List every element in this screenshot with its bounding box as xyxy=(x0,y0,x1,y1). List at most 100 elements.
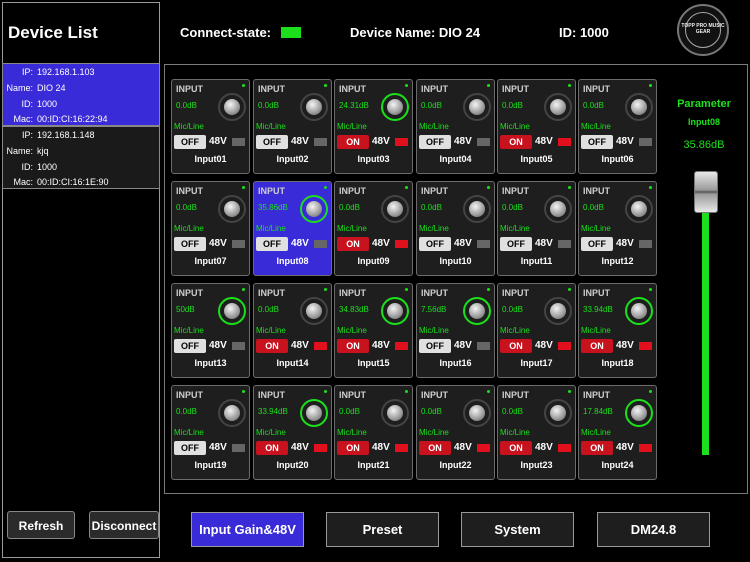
device-list-title: Device List xyxy=(8,23,98,42)
channel-strip[interactable]: INPUT 0.0dB Mic/Line ON 48V Input17 xyxy=(497,283,576,378)
device-card-2[interactable]: IP: 192.168.1.148 Name: kjq ID: 1000 Mac: 00… xyxy=(2,126,160,189)
channel-strip[interactable]: INPUT 0.0dB Mic/Line OFF 48V Input01 xyxy=(171,79,250,174)
signal-led xyxy=(324,84,327,87)
signal-led xyxy=(242,186,245,189)
channel-strip[interactable]: INPUT 35.86dB Mic/Line OFF 48V Input08 xyxy=(253,181,332,276)
phantom-48v-label: 48V xyxy=(372,340,390,351)
phantom-toggle-button[interactable]: ON xyxy=(500,135,532,149)
mic-line-label: Mic/Line xyxy=(500,224,530,233)
tab-system[interactable]: System xyxy=(461,512,574,547)
signal-led xyxy=(568,186,571,189)
phantom-48v-label: 48V xyxy=(291,238,309,249)
gain-fader-track[interactable] xyxy=(702,174,709,455)
knob-cap xyxy=(387,201,403,217)
channel-title: INPUT xyxy=(258,390,285,400)
channel-title: INPUT xyxy=(421,186,448,196)
channel-strip[interactable]: INPUT 33.94dB Mic/Line ON 48V Input18 xyxy=(578,283,657,378)
phantom-toggle-button[interactable]: OFF xyxy=(500,237,532,251)
gain-knob[interactable] xyxy=(625,93,653,121)
name-label: Name: xyxy=(6,146,33,156)
channel-strip[interactable]: INPUT 0.0dB Mic/Line OFF 48V Input11 xyxy=(497,181,576,276)
channel-title: INPUT xyxy=(502,288,529,298)
channel-strip[interactable]: INPUT 0.0dB Mic/Line OFF 48V Input04 xyxy=(416,79,495,174)
tab-input-gain[interactable]: Input Gain&48V xyxy=(191,512,304,547)
phantom-toggle-button[interactable]: OFF xyxy=(174,441,206,455)
phantom-toggle-button[interactable]: OFF xyxy=(419,135,451,149)
gain-knob[interactable] xyxy=(544,297,572,325)
channel-strip[interactable]: INPUT 0.0dB Mic/Line OFF 48V Input10 xyxy=(416,181,495,276)
phantom-toggle-button[interactable]: OFF xyxy=(174,135,206,149)
gain-knob[interactable] xyxy=(381,93,409,121)
gain-knob[interactable] xyxy=(300,399,328,427)
phantom-toggle-button[interactable]: ON xyxy=(337,441,369,455)
gain-knob[interactable] xyxy=(463,195,491,223)
gain-knob[interactable] xyxy=(218,93,246,121)
phantom-toggle-button[interactable]: ON xyxy=(581,441,613,455)
gain-knob[interactable] xyxy=(381,399,409,427)
phantom-toggle-button[interactable]: OFF xyxy=(174,339,206,353)
tab-dm24[interactable]: DM24.8 xyxy=(597,512,710,547)
phantom-48v-label: 48V xyxy=(291,136,309,147)
tab-preset[interactable]: Preset xyxy=(326,512,439,547)
phantom-toggle-button[interactable]: OFF xyxy=(174,237,206,251)
phantom-toggle-button[interactable]: ON xyxy=(500,441,532,455)
gain-fader-handle[interactable] xyxy=(694,171,718,213)
phantom-toggle-button[interactable]: OFF xyxy=(581,135,613,149)
channel-strip[interactable]: INPUT 33.94dB Mic/Line ON 48V Input20 xyxy=(253,385,332,480)
channel-strip[interactable]: INPUT 0.0dB Mic/Line OFF 48V Input07 xyxy=(171,181,250,276)
phantom-toggle-button[interactable]: ON xyxy=(500,339,532,353)
disconnect-button[interactable]: Disconnect xyxy=(89,511,159,539)
gain-knob[interactable] xyxy=(544,93,572,121)
gain-knob[interactable] xyxy=(381,297,409,325)
gain-knob[interactable] xyxy=(463,93,491,121)
device-card-1[interactable]: IP: 192.168.1.103 Name: DIO 24 ID: 1000 Mac… xyxy=(2,63,160,126)
channel-title: INPUT xyxy=(421,288,448,298)
gain-knob[interactable] xyxy=(625,195,653,223)
gain-knob[interactable] xyxy=(300,93,328,121)
channel-strip[interactable]: INPUT 0.0dB Mic/Line OFF 48V Input19 xyxy=(171,385,250,480)
phantom-toggle-button[interactable]: ON xyxy=(337,339,369,353)
gain-knob[interactable] xyxy=(300,297,328,325)
gain-knob[interactable] xyxy=(544,399,572,427)
channel-strip[interactable]: INPUT 0.0dB Mic/Line ON 48V Input22 xyxy=(416,385,495,480)
channel-strip[interactable]: INPUT 0.0dB Mic/Line ON 48V Input23 xyxy=(497,385,576,480)
channel-strip[interactable]: INPUT 0.0dB Mic/Line ON 48V Input09 xyxy=(334,181,413,276)
channel-strip[interactable]: INPUT 0.0dB Mic/Line ON 48V Input21 xyxy=(334,385,413,480)
channel-strip[interactable]: INPUT 24.31dB Mic/Line ON 48V Input03 xyxy=(334,79,413,174)
gain-value: 0.0dB xyxy=(258,305,279,314)
phantom-toggle-button[interactable]: OFF xyxy=(419,339,451,353)
gain-knob[interactable] xyxy=(463,399,491,427)
phantom-toggle-button[interactable]: OFF xyxy=(256,237,288,251)
phantom-toggle-button[interactable]: ON xyxy=(256,339,288,353)
gain-knob[interactable] xyxy=(300,195,328,223)
channel-strip[interactable]: INPUT 50dB Mic/Line OFF 48V Input13 xyxy=(171,283,250,378)
channel-strip[interactable]: INPUT 0.0dB Mic/Line OFF 48V Input06 xyxy=(578,79,657,174)
phantom-toggle-button[interactable]: ON xyxy=(337,237,369,251)
phantom-toggle-button[interactable]: ON xyxy=(581,339,613,353)
channel-strip[interactable]: INPUT 0.0dB Mic/Line ON 48V Input14 xyxy=(253,283,332,378)
refresh-button[interactable]: Refresh xyxy=(7,511,75,539)
phantom-toggle-button[interactable]: OFF xyxy=(581,237,613,251)
phantom-toggle-button[interactable]: OFF xyxy=(256,135,288,149)
channel-strip[interactable]: INPUT 0.0dB Mic/Line OFF 48V Input02 xyxy=(253,79,332,174)
channel-strip[interactable]: INPUT 7.56dB Mic/Line OFF 48V Input16 xyxy=(416,283,495,378)
channel-strip[interactable]: INPUT 0.0dB Mic/Line ON 48V Input05 xyxy=(497,79,576,174)
gain-knob[interactable] xyxy=(625,399,653,427)
gain-knob[interactable] xyxy=(218,195,246,223)
channel-strip[interactable]: INPUT 34.83dB Mic/Line ON 48V Input15 xyxy=(334,283,413,378)
gain-knob[interactable] xyxy=(381,195,409,223)
phantom-toggle-button[interactable]: ON xyxy=(419,441,451,455)
phantom-toggle-button[interactable]: ON xyxy=(256,441,288,455)
phantom-toggle-button[interactable]: OFF xyxy=(419,237,451,251)
ip-label: IP: xyxy=(21,67,33,77)
channel-title: INPUT xyxy=(421,390,448,400)
phantom-toggle-button[interactable]: ON xyxy=(337,135,369,149)
gain-knob[interactable] xyxy=(463,297,491,325)
knob-cap xyxy=(469,201,485,217)
channel-strip[interactable]: INPUT 17.84dB Mic/Line ON 48V Input24 xyxy=(578,385,657,480)
gain-knob[interactable] xyxy=(625,297,653,325)
gain-knob[interactable] xyxy=(218,297,246,325)
gain-knob[interactable] xyxy=(218,399,246,427)
gain-knob[interactable] xyxy=(544,195,572,223)
channel-strip[interactable]: INPUT 0.0dB Mic/Line OFF 48V Input12 xyxy=(578,181,657,276)
